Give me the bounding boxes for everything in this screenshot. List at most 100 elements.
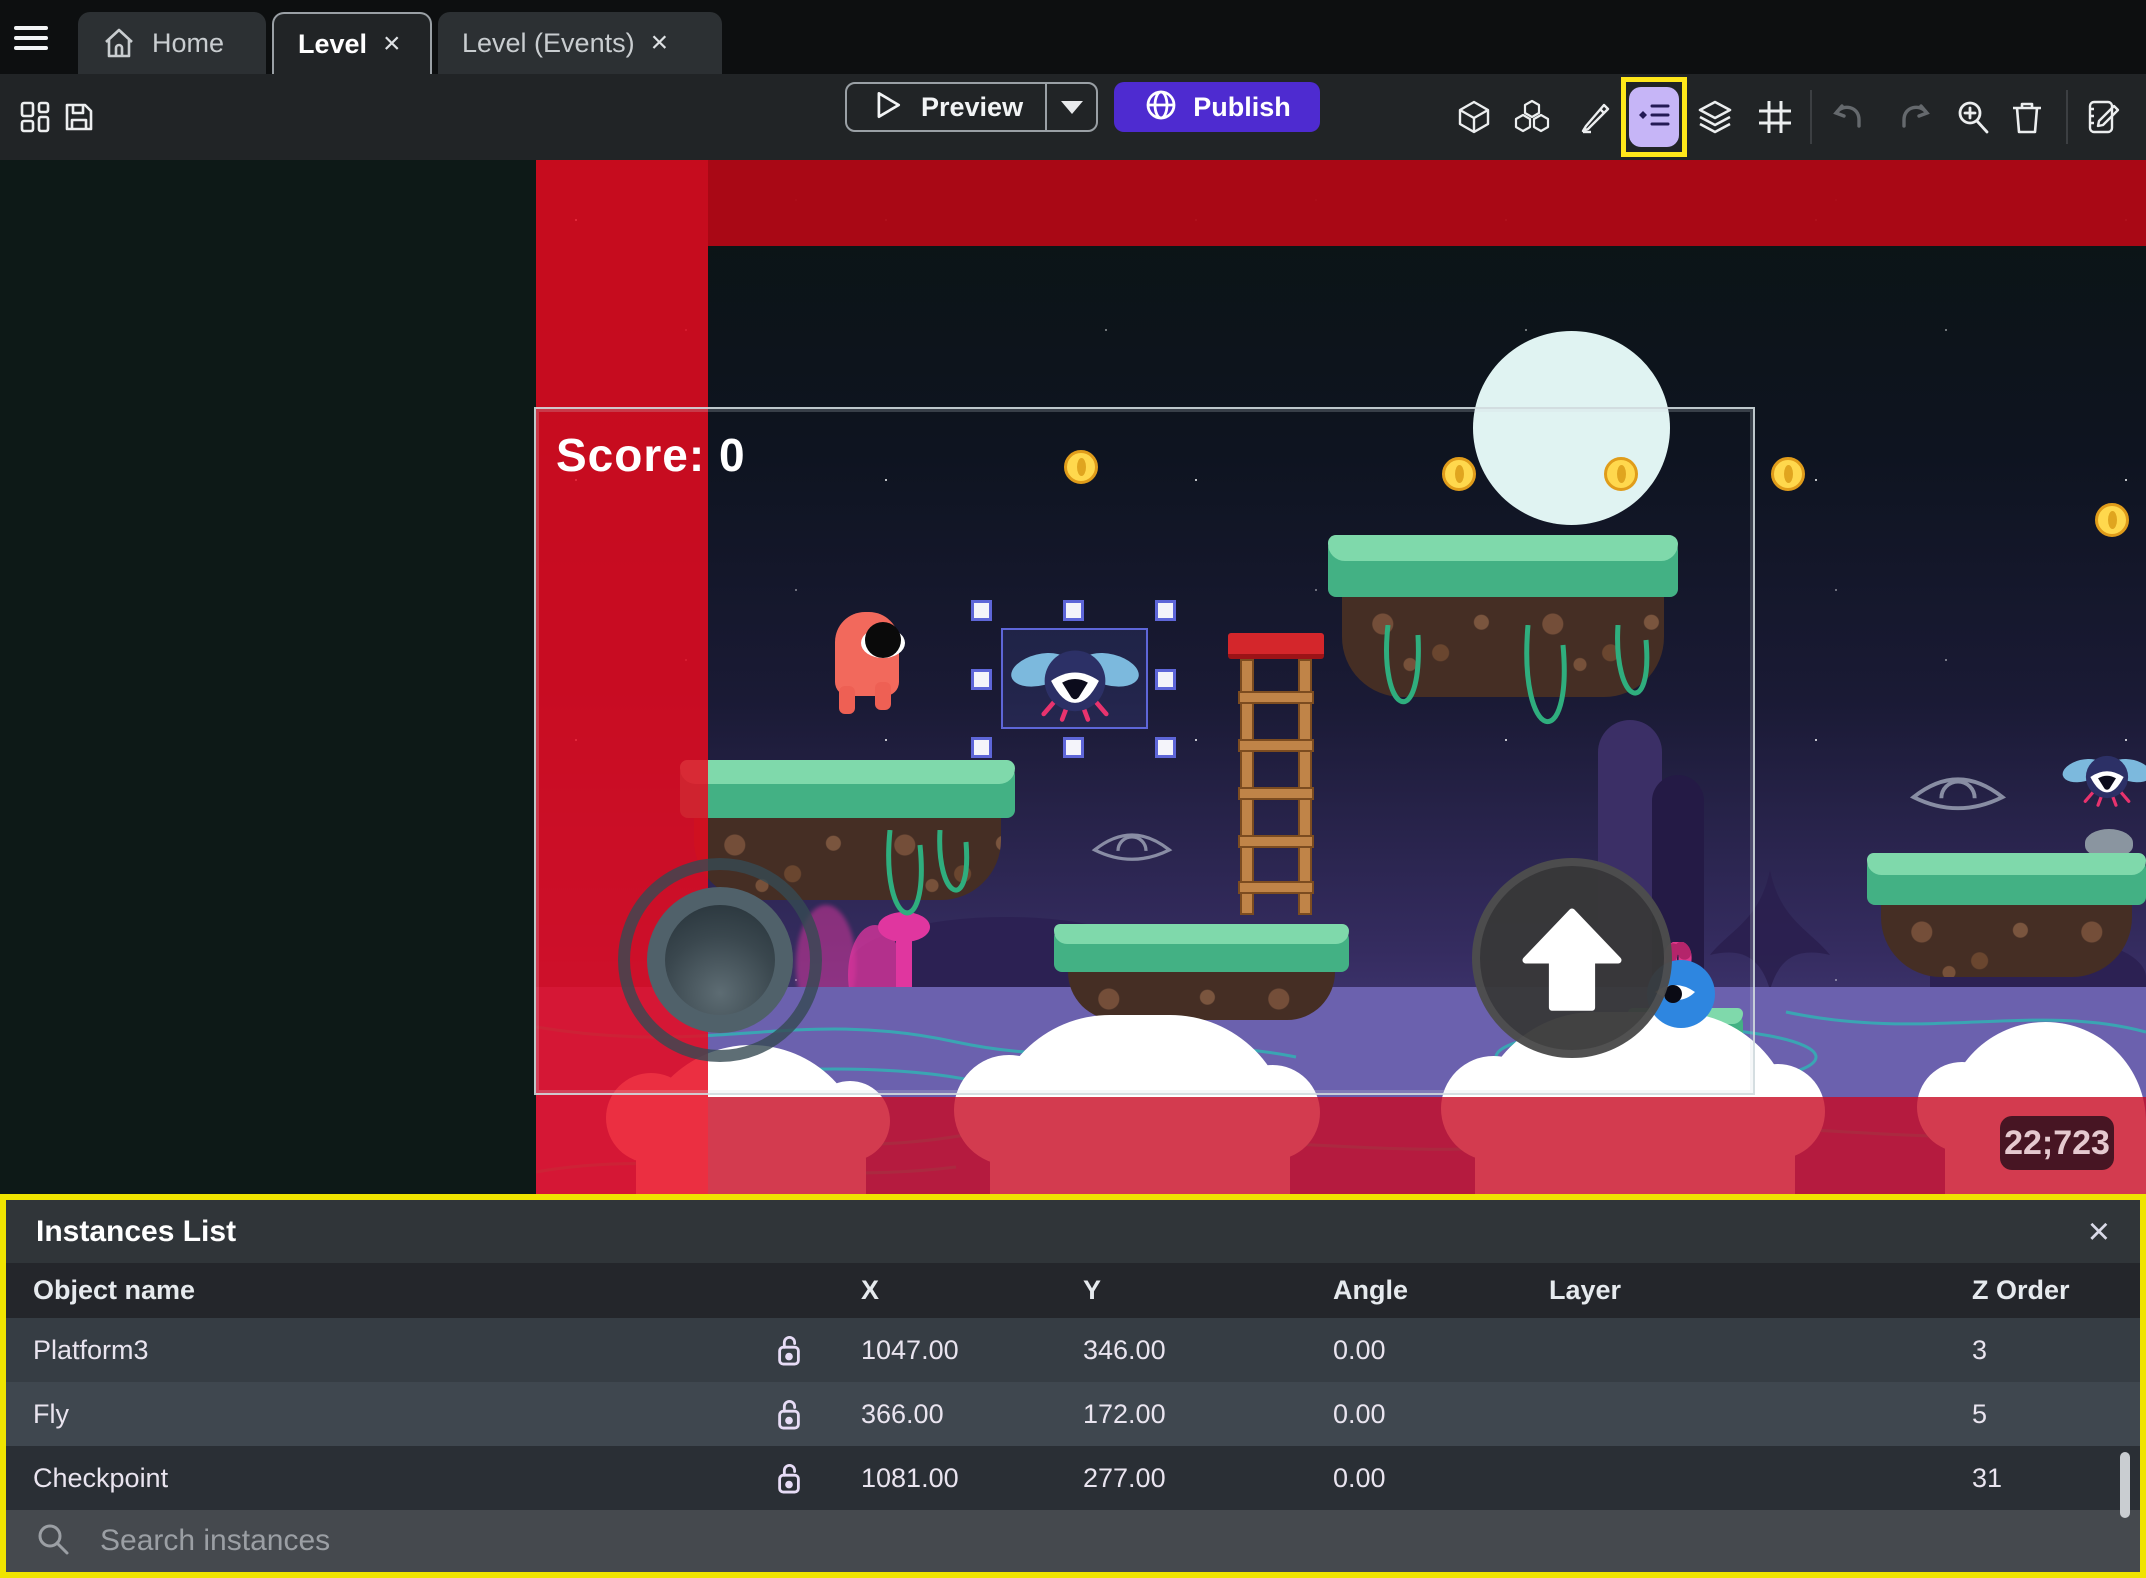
- instance-name: Checkpoint: [33, 1462, 169, 1493]
- preview-button[interactable]: Preview: [845, 82, 1098, 132]
- jump-button[interactable]: [1472, 858, 1672, 1058]
- chevron-down-icon: [1060, 100, 1083, 114]
- save-button[interactable]: [56, 94, 102, 140]
- platform-sprite[interactable]: [1328, 535, 1678, 725]
- instances-list-panel: Instances List × Object name X Y Angle L…: [0, 1194, 2146, 1578]
- instance-angle: 0.00: [1333, 1334, 1386, 1365]
- col-x: X: [861, 1275, 880, 1305]
- coin-sprite[interactable]: [1604, 457, 1638, 491]
- redo-button[interactable]: [1892, 94, 1938, 140]
- instance-y: 346.00: [1083, 1334, 1166, 1365]
- instance-x: 1047.00: [861, 1334, 959, 1365]
- toolbar-separator: [2066, 90, 2068, 144]
- instance-z-order: 5: [1972, 1398, 1988, 1429]
- save-icon: [62, 100, 96, 134]
- fly-enemy-sprite[interactable]: [2062, 745, 2146, 809]
- object-groups-button[interactable]: [1509, 94, 1555, 140]
- table-row[interactable]: Platform3 1047.00 346.00 0.00 3: [6, 1318, 2140, 1382]
- grid-toggle-button[interactable]: [1752, 94, 1798, 140]
- selection-handle[interactable]: [1155, 737, 1176, 758]
- panel-scrollbar[interactable]: [2120, 1452, 2130, 1518]
- grid-icon: [1757, 99, 1793, 135]
- instances-list-button[interactable]: [1629, 87, 1679, 147]
- instance-z-order: 3: [1972, 1334, 1988, 1365]
- table-row[interactable]: Checkpoint 1081.00 277.00 0.00 31: [6, 1446, 2140, 1510]
- col-object-name: Object name: [33, 1275, 196, 1305]
- platform-sprite[interactable]: [1054, 924, 1349, 1020]
- selection-handle[interactable]: [971, 737, 992, 758]
- instance-name: Platform3: [33, 1334, 149, 1365]
- objects-panel-button[interactable]: [1451, 94, 1497, 140]
- layers-icon: [1696, 98, 1734, 136]
- instance-angle: 0.00: [1333, 1462, 1386, 1493]
- cubes-group-icon: [1513, 98, 1551, 136]
- unlock-icon[interactable]: [746, 1332, 831, 1368]
- zoom-in-button[interactable]: [1950, 94, 1996, 140]
- coin-sprite[interactable]: [2095, 503, 2129, 537]
- search-instances-input[interactable]: [98, 1523, 1702, 1559]
- gdevelop-editor-window: Home Level × Level (Events) × Preview Pu…: [0, 0, 2146, 1578]
- moon-sprite[interactable]: [1473, 331, 1670, 525]
- red-kill-zone-bottom[interactable]: [708, 1097, 2146, 1200]
- coin-sprite[interactable]: [1771, 457, 1805, 491]
- edit-scene-button[interactable]: [1572, 94, 1618, 140]
- dashboard-icon: [18, 100, 52, 134]
- unlock-icon[interactable]: [746, 1396, 831, 1432]
- scene-properties-button[interactable]: [2081, 94, 2127, 140]
- preview-dropdown-button[interactable]: [1045, 84, 1096, 130]
- instances-list-highlight-box: [1621, 77, 1687, 157]
- selection-handle[interactable]: [1063, 600, 1084, 621]
- publish-label: Publish: [1193, 91, 1291, 122]
- layers-panel-button[interactable]: [1692, 94, 1738, 140]
- table-row[interactable]: Fly 366.00 172.00 0.00 5: [6, 1382, 2140, 1446]
- tab-level[interactable]: Level ×: [272, 12, 432, 74]
- col-layer: Layer: [1549, 1275, 1622, 1305]
- tab-level-events[interactable]: Level (Events) ×: [438, 12, 722, 74]
- hamburger-menu-icon[interactable]: [14, 26, 48, 52]
- search-bar: [6, 1510, 2140, 1572]
- delete-button[interactable]: [2004, 94, 2050, 140]
- redo-icon: [1896, 98, 1934, 136]
- search-icon: [36, 1522, 70, 1561]
- virtual-joystick-core: [665, 905, 775, 1015]
- panel-title: Instances List: [36, 1214, 237, 1248]
- tab-level-close-icon[interactable]: ×: [383, 29, 401, 59]
- instance-name: Fly: [33, 1398, 69, 1429]
- scene-editor-canvas[interactable]: Score: 0 22;723: [0, 160, 2146, 1200]
- instance-x: 366.00: [861, 1398, 944, 1429]
- selected-fly-instance[interactable]: [1001, 628, 1148, 729]
- publish-button[interactable]: Publish: [1114, 82, 1320, 132]
- panel-close-icon[interactable]: ×: [2088, 1213, 2110, 1251]
- home-icon: [102, 26, 136, 60]
- col-angle: Angle: [1333, 1275, 1409, 1305]
- coin-sprite[interactable]: [1442, 457, 1476, 491]
- selection-handle[interactable]: [1155, 669, 1176, 690]
- player-character-sprite[interactable]: [835, 612, 905, 714]
- cube-icon: [1456, 99, 1492, 135]
- ghost-eye-decoration: [1091, 833, 1173, 861]
- red-kill-zone-top[interactable]: [708, 160, 2146, 246]
- selection-handle[interactable]: [971, 669, 992, 690]
- preview-label: Preview: [921, 91, 1024, 122]
- tab-bar: Home Level × Level (Events) ×: [0, 0, 2146, 74]
- undo-button[interactable]: [1825, 94, 1871, 140]
- platform-sprite[interactable]: [1867, 829, 2146, 977]
- edit-document-icon: [2085, 98, 2123, 136]
- toolbar-separator: [1810, 90, 1812, 144]
- selection-handle[interactable]: [1063, 737, 1084, 758]
- instance-y: 277.00: [1083, 1462, 1166, 1493]
- selection-handle[interactable]: [971, 600, 992, 621]
- pencil-icon: [1577, 99, 1613, 135]
- tab-level-events-close-icon[interactable]: ×: [651, 28, 669, 58]
- selection-handle[interactable]: [1155, 600, 1176, 621]
- instance-angle: 0.00: [1333, 1398, 1386, 1429]
- unlock-icon[interactable]: [746, 1460, 831, 1496]
- tab-home[interactable]: Home: [78, 12, 266, 74]
- trash-icon: [2010, 99, 2044, 135]
- panels-layout-button[interactable]: [12, 94, 58, 140]
- instance-x: 1081.00: [861, 1462, 959, 1493]
- fly-enemy-sprite: [1010, 649, 1139, 722]
- globe-icon: [1143, 87, 1179, 128]
- ladder-sprite[interactable]: [1228, 633, 1324, 915]
- coin-sprite[interactable]: [1064, 450, 1098, 484]
